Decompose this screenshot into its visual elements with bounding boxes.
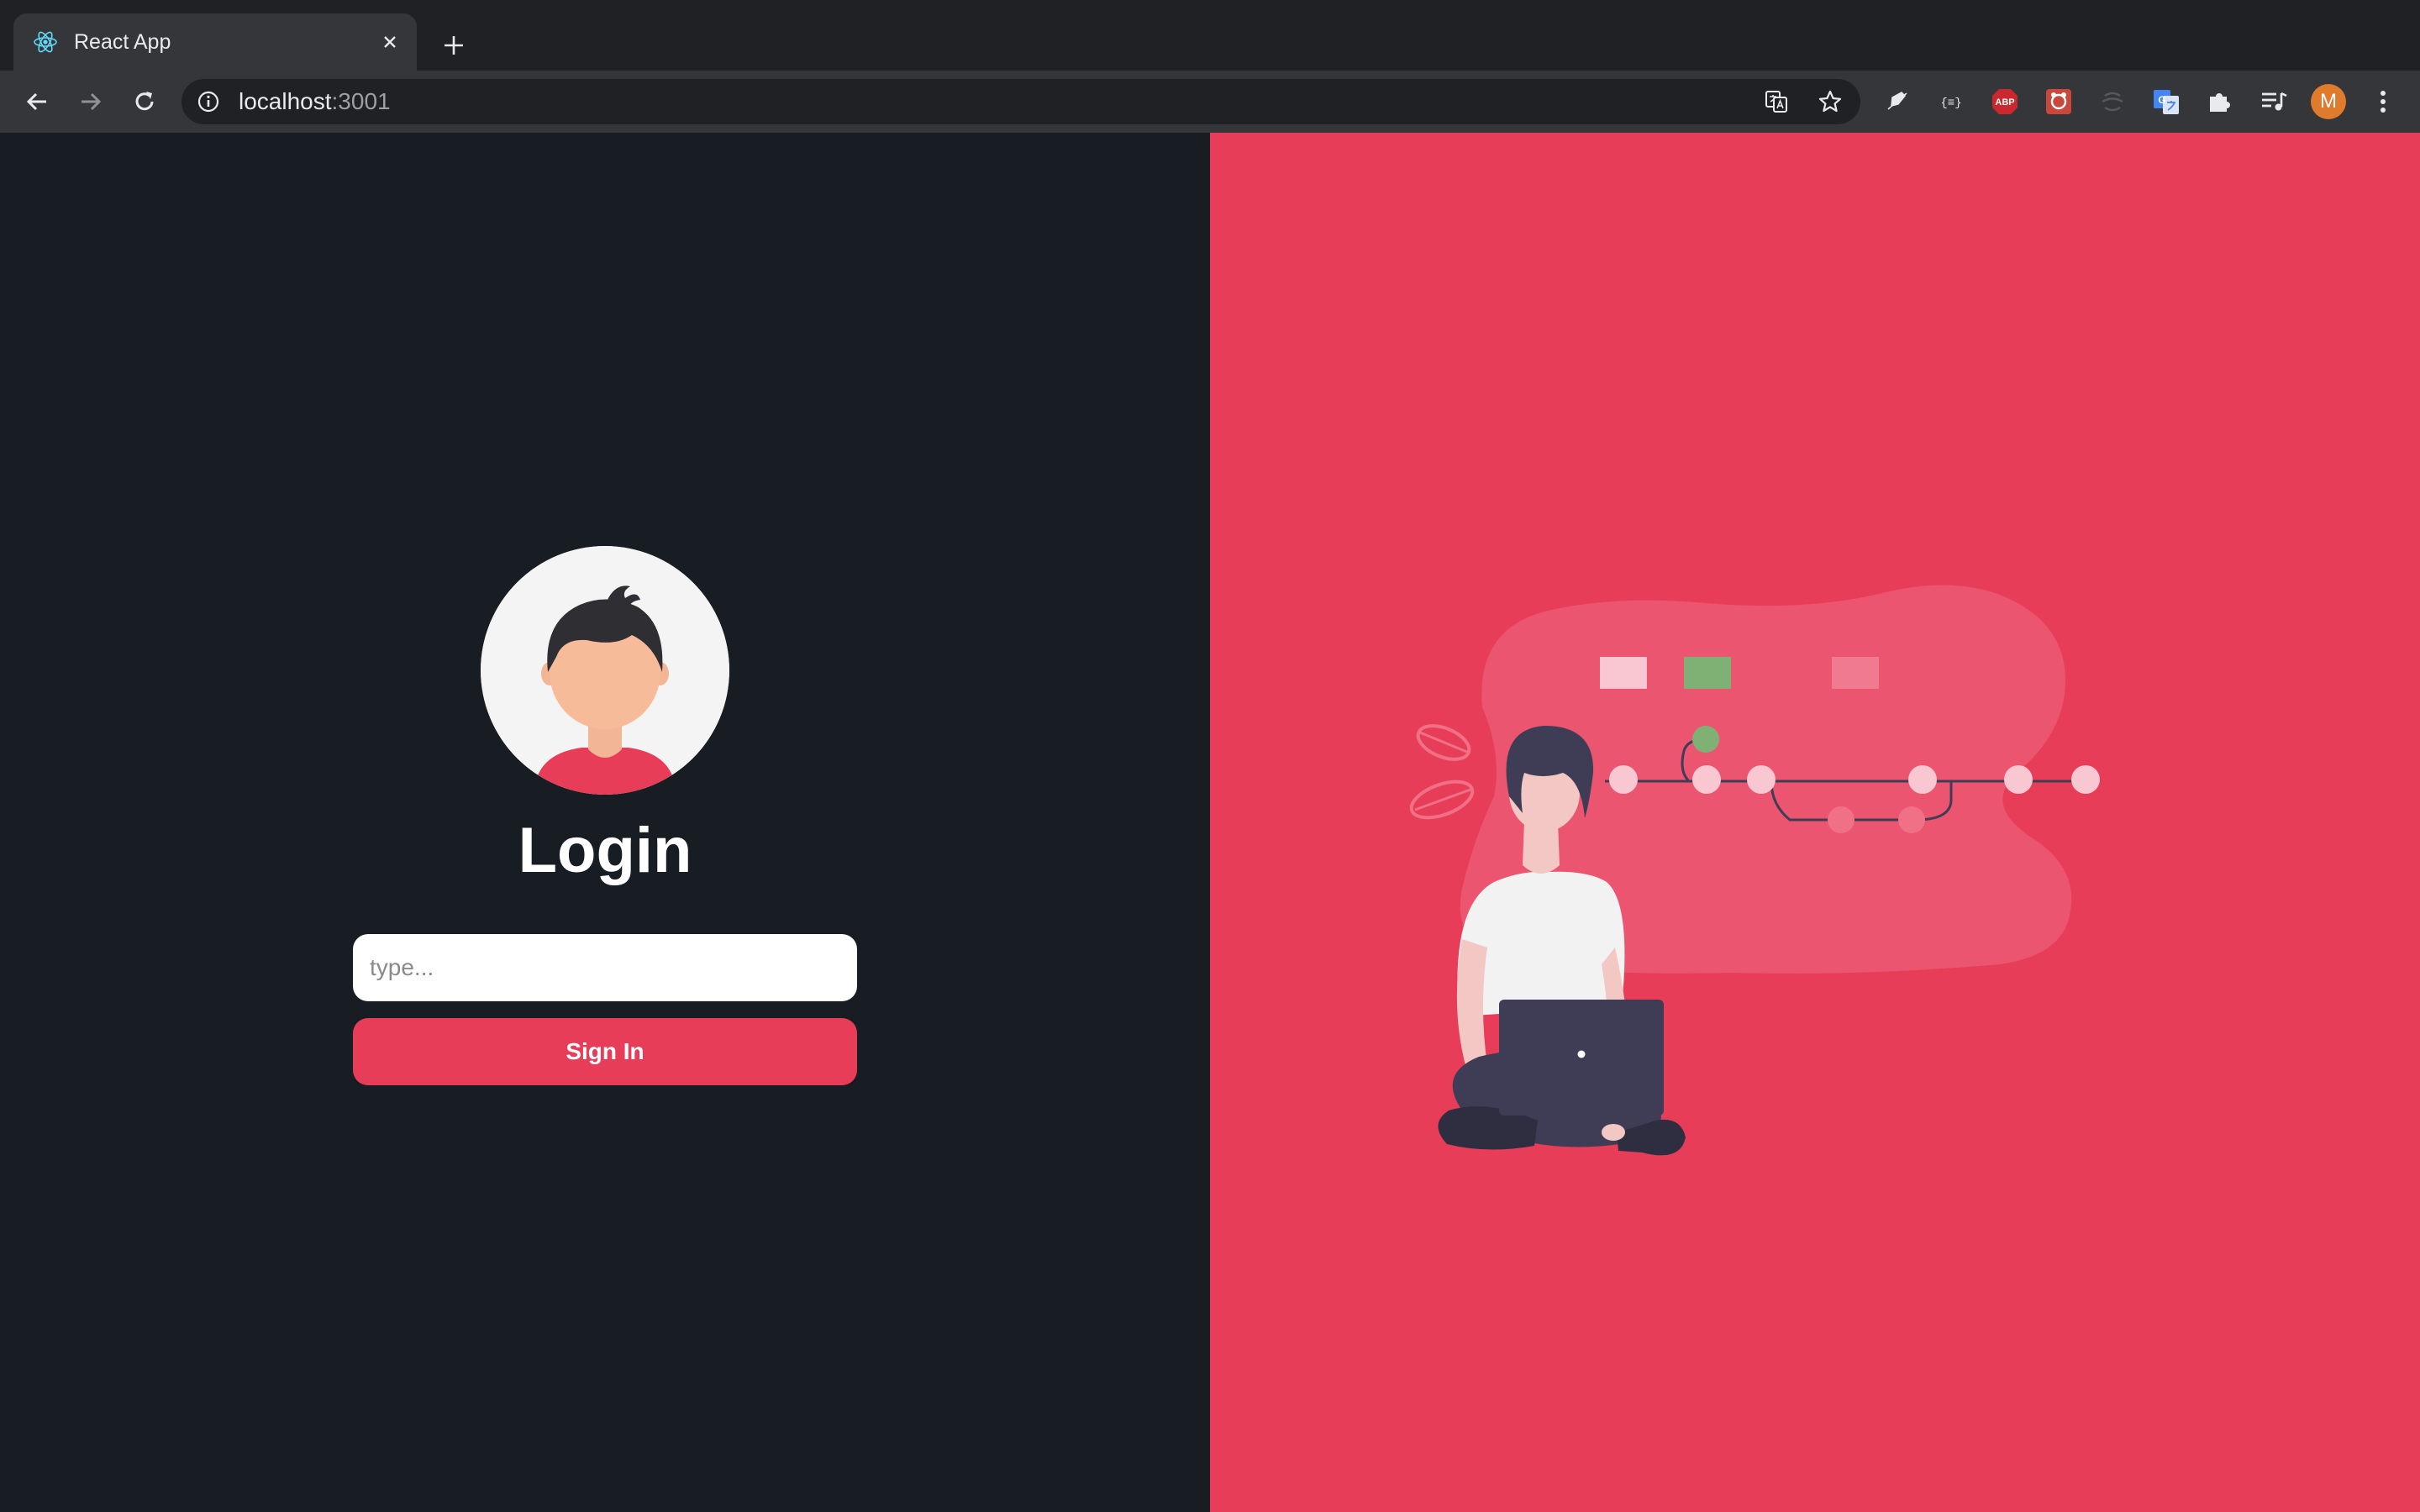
reload-icon[interactable] (124, 81, 165, 122)
illustration-panel (1210, 133, 2420, 1512)
adblock-plus-label: ABP (1995, 97, 2014, 108)
google-translate-icon[interactable]: G (2151, 87, 2181, 117)
bookmark-star-icon[interactable] (1817, 88, 1844, 115)
profile-avatar[interactable]: M (2311, 84, 2346, 119)
user-avatar-illustration (481, 546, 729, 795)
login-panel: Login Sign In (0, 133, 1210, 1512)
extension-feather-icon[interactable] (1882, 87, 1912, 117)
site-info-icon[interactable] (197, 90, 220, 113)
login-text-input[interactable] (353, 934, 857, 1001)
close-tab-icon[interactable] (375, 27, 405, 57)
forward-arrow-icon[interactable] (71, 81, 111, 122)
menu-kebab-icon[interactable] (2368, 87, 2398, 117)
media-playlist-icon[interactable] (2259, 87, 2289, 117)
react-logo-icon (32, 29, 59, 55)
browser-tabstrip: React App (0, 0, 2420, 71)
back-arrow-icon[interactable] (17, 81, 57, 122)
url-port: :3001 (331, 88, 391, 114)
developer-laptop-illustration (1409, 585, 2100, 1156)
url-text: localhost:3001 (239, 89, 391, 114)
extension-red-icon[interactable] (2044, 87, 2074, 117)
extension-gray-icon[interactable] (2097, 87, 2128, 117)
google-translate-label: G (2158, 94, 2165, 106)
page-viewport: Login Sign In (0, 133, 2420, 1512)
sign-in-button[interactable]: Sign In (353, 1018, 857, 1085)
translate-icon[interactable] (1763, 88, 1790, 115)
tab-title: React App (74, 30, 171, 54)
adblock-plus-icon[interactable]: ABP (1990, 87, 2020, 117)
url-host: localhost (239, 88, 332, 114)
extension-brackets-label: {≡} (1940, 97, 1961, 110)
new-tab-icon[interactable] (434, 25, 474, 66)
puzzle-icon[interactable] (2205, 87, 2235, 117)
extension-brackets-icon[interactable]: {≡} (1936, 87, 1966, 117)
browser-toolbar: localhost:3001 {≡} ABP G M (0, 71, 2420, 133)
browser-tab-active[interactable]: React App (13, 13, 417, 71)
login-title: Login (518, 815, 692, 886)
address-bar[interactable]: localhost:3001 (182, 79, 1860, 124)
